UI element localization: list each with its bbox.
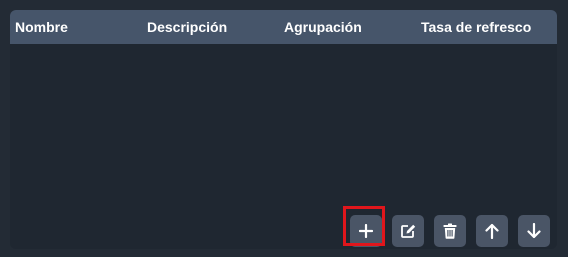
trash-icon <box>443 223 457 239</box>
move-down-button[interactable] <box>518 215 550 247</box>
edit-icon <box>400 223 416 239</box>
column-header-nombre[interactable]: Nombre <box>15 10 68 44</box>
add-button[interactable] <box>350 215 382 247</box>
plus-icon <box>359 224 373 238</box>
column-header-agrupacion[interactable]: Agrupación <box>284 10 362 44</box>
table-panel: Nombre Descripción Agrupación Tasa de re… <box>10 10 557 249</box>
table-body <box>10 44 557 204</box>
column-header-tasa-de-refresco[interactable]: Tasa de refresco <box>421 10 531 44</box>
edit-button[interactable] <box>392 215 424 247</box>
move-up-button[interactable] <box>476 215 508 247</box>
table-header: Nombre Descripción Agrupación Tasa de re… <box>10 10 557 44</box>
arrow-up-icon <box>485 223 499 239</box>
column-header-descripcion[interactable]: Descripción <box>147 10 227 44</box>
arrow-down-icon <box>527 223 541 239</box>
delete-button[interactable] <box>434 215 466 247</box>
